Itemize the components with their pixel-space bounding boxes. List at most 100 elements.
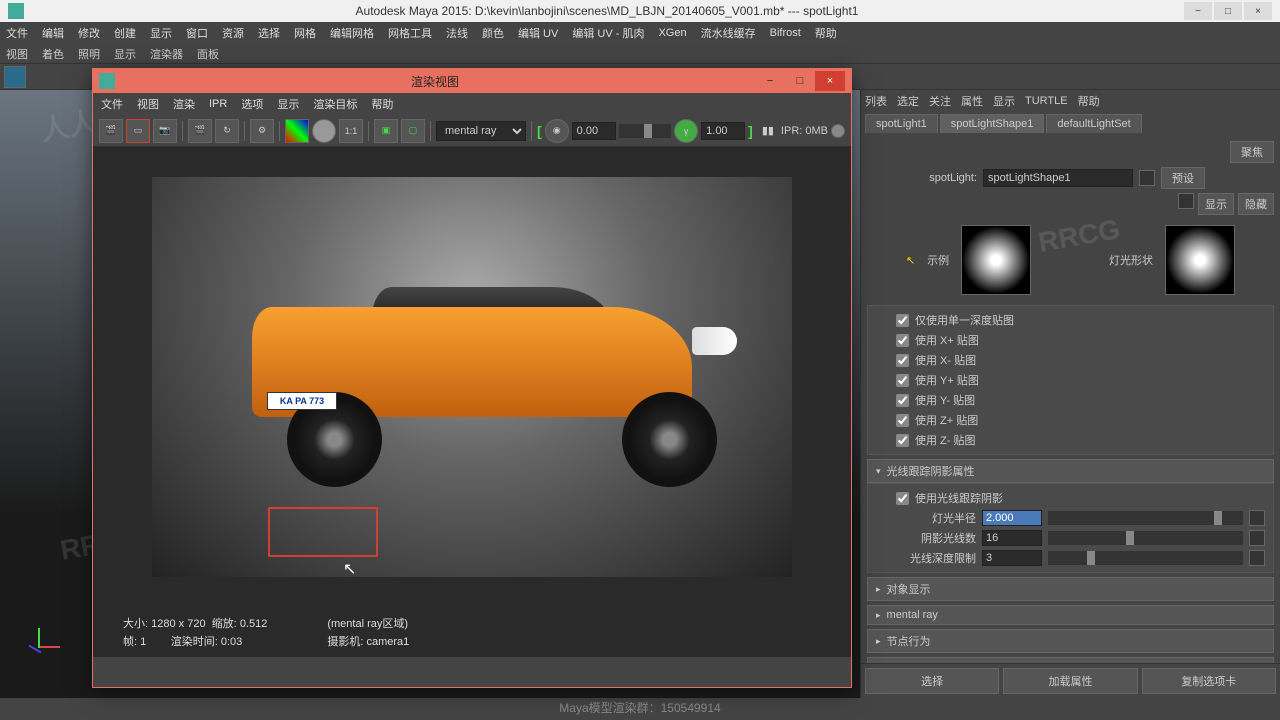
check-zminus[interactable] (896, 434, 909, 447)
check-use-raytrace[interactable] (896, 492, 909, 505)
attr-menu-help[interactable]: 帮助 (1078, 93, 1100, 109)
shelf-icon[interactable] (4, 66, 26, 88)
render-menu-render[interactable]: 渲染 (173, 96, 195, 112)
exposure-icon[interactable]: ◉ (545, 119, 569, 143)
render-clapboard-icon[interactable]: 🎬 (99, 119, 123, 143)
render-remove-icon[interactable]: ▢ (401, 119, 425, 143)
menu-file[interactable]: 文件 (6, 25, 28, 41)
menu-edit[interactable]: 编辑 (42, 25, 64, 41)
example-preview[interactable] (961, 225, 1031, 295)
render-image-area[interactable]: KA PA 773 ↖ (93, 147, 851, 607)
render-alpha-icon[interactable] (312, 119, 336, 143)
render-close-button[interactable]: × (815, 71, 845, 91)
menu-modify[interactable]: 修改 (78, 25, 100, 41)
menu-assets[interactable]: 资源 (222, 25, 244, 41)
panel-shading[interactable]: 着色 (42, 46, 64, 62)
shadow-rays-slider[interactable] (1048, 531, 1243, 545)
menu-window[interactable]: 窗口 (186, 25, 208, 41)
render-menu-display[interactable]: 显示 (277, 96, 299, 112)
menu-xgen[interactable]: XGen (658, 27, 686, 39)
select-button[interactable]: 选择 (865, 668, 999, 694)
hide-button[interactable]: 隐藏 (1238, 193, 1274, 215)
menu-color[interactable]: 颜色 (482, 25, 504, 41)
attr-menu-turtle[interactable]: TURTLE (1025, 95, 1068, 107)
render-settings-icon[interactable]: ⚙ (250, 119, 274, 143)
tab-spotlight1[interactable]: spotLight1 (865, 114, 938, 133)
copy-tab-button[interactable]: 复制选项卡 (1142, 668, 1276, 694)
section-object-display[interactable]: 对象显示 (867, 577, 1274, 601)
minimize-button[interactable]: − (1184, 2, 1212, 20)
attr-menu-selected[interactable]: 选定 (897, 93, 919, 109)
render-keep-icon[interactable]: ▣ (374, 119, 398, 143)
preset-button[interactable]: 预设 (1161, 167, 1205, 189)
ray-depth-field[interactable] (982, 550, 1042, 566)
exposure-field[interactable] (572, 122, 616, 140)
light-radius-field[interactable] (982, 510, 1042, 526)
render-ipr-icon[interactable]: 🎬 (188, 119, 212, 143)
render-menu-view[interactable]: 视图 (137, 96, 159, 112)
show-button[interactable]: 显示 (1198, 193, 1234, 215)
menu-edituv[interactable]: 编辑 UV (518, 25, 558, 41)
render-menu-target[interactable]: 渲染目标 (313, 96, 357, 112)
shadow-rays-field[interactable] (982, 530, 1042, 546)
render-region-box[interactable] (268, 507, 378, 557)
menu-edituv2[interactable]: 编辑 UV - 肌肉 (572, 25, 644, 41)
tab-defaultlightset[interactable]: defaultLightSet (1046, 114, 1141, 133)
maximize-button[interactable]: □ (1214, 2, 1242, 20)
node-name-field[interactable] (983, 169, 1133, 187)
renderer-select[interactable]: mental ray (436, 121, 526, 141)
menu-pipeline[interactable]: 流水线缓存 (701, 25, 756, 41)
light-radius-map-icon[interactable] (1249, 510, 1265, 526)
section-raytrace[interactable]: 光线跟踪阴影属性 (867, 459, 1274, 483)
close-button[interactable]: × (1244, 2, 1272, 20)
section-mental-ray[interactable]: mental ray (867, 605, 1274, 625)
render-menu-help[interactable]: 帮助 (371, 96, 393, 112)
attr-menu-list[interactable]: 列表 (865, 93, 887, 109)
gamma-field[interactable] (701, 122, 745, 140)
menu-bifrost[interactable]: Bifrost (770, 27, 801, 39)
shadow-rays-map-icon[interactable] (1249, 530, 1265, 546)
render-region-icon[interactable]: ▭ (126, 119, 150, 143)
attr-menu-show[interactable]: 显示 (993, 93, 1015, 109)
menu-normals[interactable]: 法线 (446, 25, 468, 41)
section-node-behavior[interactable]: 节点行为 (867, 629, 1274, 653)
gamma-icon[interactable]: γ (674, 119, 698, 143)
panel-show[interactable]: 显示 (114, 46, 136, 62)
focus-button[interactable]: 聚焦 (1230, 141, 1274, 163)
menu-meshtools[interactable]: 网格工具 (388, 25, 432, 41)
tab-spotlightshape1[interactable]: spotLightShape1 (940, 114, 1045, 133)
attr-menu-focus[interactable]: 关注 (929, 93, 951, 109)
menu-display[interactable]: 显示 (150, 25, 172, 41)
shape-preview[interactable] (1165, 225, 1235, 295)
ray-depth-map-icon[interactable] (1249, 550, 1265, 566)
check-yplus[interactable] (896, 374, 909, 387)
menu-create[interactable]: 创建 (114, 25, 136, 41)
render-titlebar[interactable]: 渲染视图 − □ × (93, 69, 851, 93)
nav-back-icon[interactable] (1139, 170, 1155, 186)
menu-help[interactable]: 帮助 (815, 25, 837, 41)
render-ratio-icon[interactable]: 1:1 (339, 119, 363, 143)
ray-depth-slider[interactable] (1048, 551, 1243, 565)
menu-select[interactable]: 选择 (258, 25, 280, 41)
panel-view[interactable]: 视图 (6, 46, 28, 62)
render-refresh-icon[interactable]: ↻ (215, 119, 239, 143)
exposure-slider[interactable] (619, 124, 671, 138)
render-snapshot-icon[interactable]: 📷 (153, 119, 177, 143)
panel-renderer[interactable]: 渲染器 (150, 46, 183, 62)
check-xminus[interactable] (896, 354, 909, 367)
render-menu-options[interactable]: 选项 (241, 96, 263, 112)
pause-icon[interactable]: ▮▮ (762, 124, 774, 137)
check-zplus[interactable] (896, 414, 909, 427)
nav-fwd-icon[interactable] (1178, 193, 1194, 209)
render-minimize-button[interactable]: − (755, 71, 785, 91)
render-menu-ipr[interactable]: IPR (209, 98, 227, 110)
menu-mesh[interactable]: 网格 (294, 25, 316, 41)
check-single-depth[interactable] (896, 314, 909, 327)
render-maximize-button[interactable]: □ (785, 71, 815, 91)
attr-menu-attrs[interactable]: 属性 (961, 93, 983, 109)
load-attrs-button[interactable]: 加载属性 (1003, 668, 1137, 694)
check-xplus[interactable] (896, 334, 909, 347)
panel-lighting[interactable]: 照明 (78, 46, 100, 62)
render-rgb-icon[interactable] (285, 119, 309, 143)
light-radius-slider[interactable] (1048, 511, 1243, 525)
